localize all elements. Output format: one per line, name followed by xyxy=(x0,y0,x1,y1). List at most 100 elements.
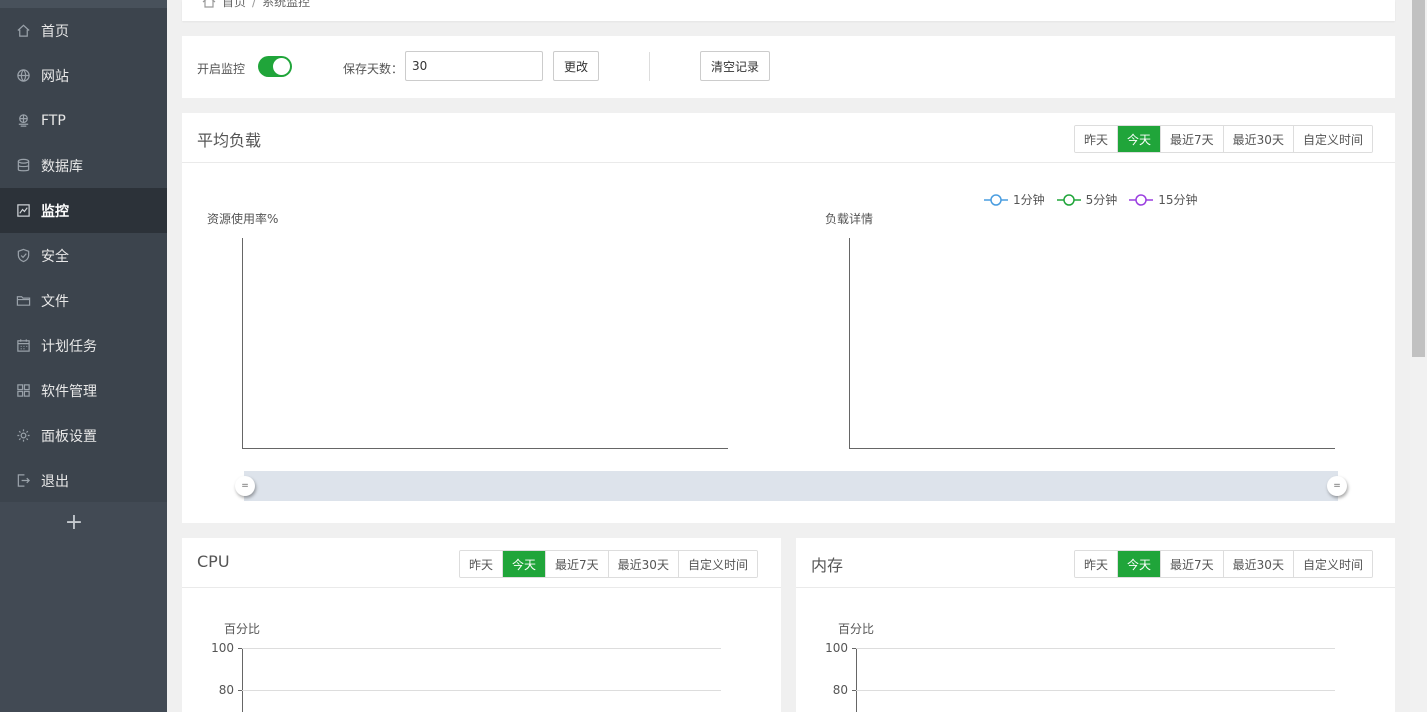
range-today-button[interactable]: 今天 xyxy=(1117,551,1161,577)
folder-icon xyxy=(15,293,31,309)
data-zoom-slider-track[interactable] xyxy=(244,471,1338,501)
sidebar-item-label: 软件管理 xyxy=(41,383,97,400)
change-days-button[interactable]: 更改 xyxy=(553,51,599,81)
sidebar-item-monitor[interactable]: 监控 xyxy=(0,188,167,233)
page-scrollbar[interactable] xyxy=(1410,0,1427,712)
sidebar-item-ftp[interactable]: FTP xyxy=(0,98,167,143)
sidebar-item-logout[interactable]: 退出 xyxy=(0,458,167,503)
legend-line-circle-icon xyxy=(984,193,1008,206)
breadcrumb-separator: / xyxy=(252,0,257,9)
y-axis xyxy=(856,648,857,712)
range-custom-button[interactable]: 自定义时间 xyxy=(1292,126,1372,152)
sidebar-add-area: + xyxy=(0,502,167,712)
monitor-toggle[interactable] xyxy=(258,56,292,77)
sidebar-item-label: 监控 xyxy=(41,203,69,220)
legend-item-15min[interactable]: 15分钟 xyxy=(1129,191,1198,208)
toggle-knob xyxy=(273,58,290,75)
sidebar-item-label: 退出 xyxy=(41,473,69,490)
panel-title: 平均负载 xyxy=(197,131,262,150)
breadcrumb-panel: 首页 / 系统监控 xyxy=(182,0,1395,21)
range-today-button[interactable]: 今天 xyxy=(1117,126,1161,152)
range-30days-button[interactable]: 最近30天 xyxy=(1222,126,1293,152)
range-7days-button[interactable]: 最近7天 xyxy=(1160,126,1223,152)
panel-title: CPU xyxy=(197,552,230,571)
sidebar-item-label: 计划任务 xyxy=(41,338,97,355)
range-7days-button[interactable]: 最近7天 xyxy=(545,551,608,577)
panel-title: 内存 xyxy=(811,556,844,575)
logout-icon xyxy=(15,473,31,489)
sidebar: 首页 网站 FTP 数据库 监控 安全 文件 计划任务 软件管理 面板设置 退出… xyxy=(0,0,167,712)
database-icon xyxy=(15,158,31,174)
left-chart-y-axis xyxy=(242,238,243,449)
gridline xyxy=(856,690,1335,691)
y-axis-name: 百分比 xyxy=(224,622,261,636)
controls-divider xyxy=(649,52,650,81)
cpu-range-selector: 昨天 今天 最近7天 最近30天 自定义时间 xyxy=(459,550,758,578)
legend-item-5min[interactable]: 5分钟 xyxy=(1056,191,1118,208)
sidebar-item-security[interactable]: 安全 xyxy=(0,233,167,278)
breadcrumb: 首页 / 系统监控 xyxy=(202,0,310,10)
range-30days-button[interactable]: 最近30天 xyxy=(607,551,678,577)
memory-panel: 内存 昨天 今天 最近7天 最近30天 自定义时间 百分比 100 80 xyxy=(796,538,1395,712)
range-yesterday-button[interactable]: 昨天 xyxy=(460,551,503,577)
y-tick-label: 100 xyxy=(211,641,234,655)
breadcrumb-home[interactable]: 首页 xyxy=(222,0,246,10)
panel-header-divider xyxy=(182,587,781,588)
sidebar-item-label: FTP xyxy=(41,112,66,129)
breadcrumb-current: 系统监控 xyxy=(262,0,311,9)
sidebar-item-database[interactable]: 数据库 xyxy=(0,143,167,188)
save-days-label: 保存天数： xyxy=(343,62,404,76)
right-axis-name: 负载详情 xyxy=(825,212,874,226)
gridline xyxy=(242,690,721,691)
panel-header-divider xyxy=(182,162,1395,163)
sidebar-nav: 首页 网站 FTP 数据库 监控 安全 文件 计划任务 软件管理 面板设置 退出 xyxy=(0,8,167,503)
sidebar-item-label: 安全 xyxy=(41,248,69,265)
globe-icon xyxy=(15,68,31,84)
zoom-handle-left[interactable]: = xyxy=(235,476,255,496)
sidebar-item-cron[interactable]: 计划任务 xyxy=(0,323,167,368)
clear-records-button[interactable]: 清空记录 xyxy=(700,51,770,81)
legend-label: 5分钟 xyxy=(1085,193,1118,207)
sidebar-item-label: 文件 xyxy=(41,293,69,310)
home-icon xyxy=(202,0,216,8)
monitor-toggle-label: 开启监控 xyxy=(197,62,246,76)
right-chart-x-axis xyxy=(849,448,1335,449)
y-tick-label: 100 xyxy=(825,641,848,655)
scrollbar-thumb[interactable] xyxy=(1412,0,1425,357)
panel-header-divider xyxy=(796,587,1395,588)
left-chart-x-axis xyxy=(242,448,728,449)
range-today-button[interactable]: 今天 xyxy=(502,551,546,577)
load-average-panel: 平均负载 昨天 今天 最近7天 最近30天 自定义时间 1分钟 5分钟 15分钟… xyxy=(182,113,1395,523)
left-axis-name: 资源使用率% xyxy=(207,212,279,226)
monitor-controls-panel: 开启监控 保存天数： 更改 清空记录 xyxy=(182,36,1395,98)
y-axis-name: 百分比 xyxy=(838,622,875,636)
y-tick-label: 80 xyxy=(832,683,848,697)
range-custom-button[interactable]: 自定义时间 xyxy=(677,551,757,577)
range-custom-button[interactable]: 自定义时间 xyxy=(1292,551,1372,577)
gridline xyxy=(242,648,721,649)
monitor-chart-icon xyxy=(15,203,31,219)
save-days-input[interactable] xyxy=(405,51,543,81)
load-range-selector: 昨天 今天 最近7天 最近30天 自定义时间 xyxy=(1074,125,1373,153)
range-yesterday-button[interactable]: 昨天 xyxy=(1075,551,1118,577)
add-shortcut-button[interactable]: + xyxy=(64,510,84,536)
sidebar-item-software[interactable]: 软件管理 xyxy=(0,368,167,413)
sidebar-item-home[interactable]: 首页 xyxy=(0,8,167,53)
sidebar-item-websites[interactable]: 网站 xyxy=(0,53,167,98)
range-7days-button[interactable]: 最近7天 xyxy=(1160,551,1223,577)
range-30days-button[interactable]: 最近30天 xyxy=(1222,551,1293,577)
legend-line-circle-icon xyxy=(1056,193,1081,206)
gridline xyxy=(856,648,1335,649)
sidebar-item-label: 面板设置 xyxy=(41,428,97,445)
sidebar-item-files[interactable]: 文件 xyxy=(0,278,167,323)
range-yesterday-button[interactable]: 昨天 xyxy=(1075,126,1118,152)
chart-legend: 1分钟 5分钟 15分钟 xyxy=(984,191,1210,208)
sidebar-item-label: 网站 xyxy=(41,68,69,85)
y-axis xyxy=(242,648,243,712)
zoom-handle-right[interactable]: = xyxy=(1327,476,1347,496)
sidebar-item-settings[interactable]: 面板设置 xyxy=(0,413,167,458)
legend-line-circle-icon xyxy=(1129,193,1154,206)
legend-item-1min[interactable]: 1分钟 xyxy=(984,191,1045,208)
sidebar-item-label: 数据库 xyxy=(41,158,83,175)
legend-label: 1分钟 xyxy=(1013,193,1045,207)
